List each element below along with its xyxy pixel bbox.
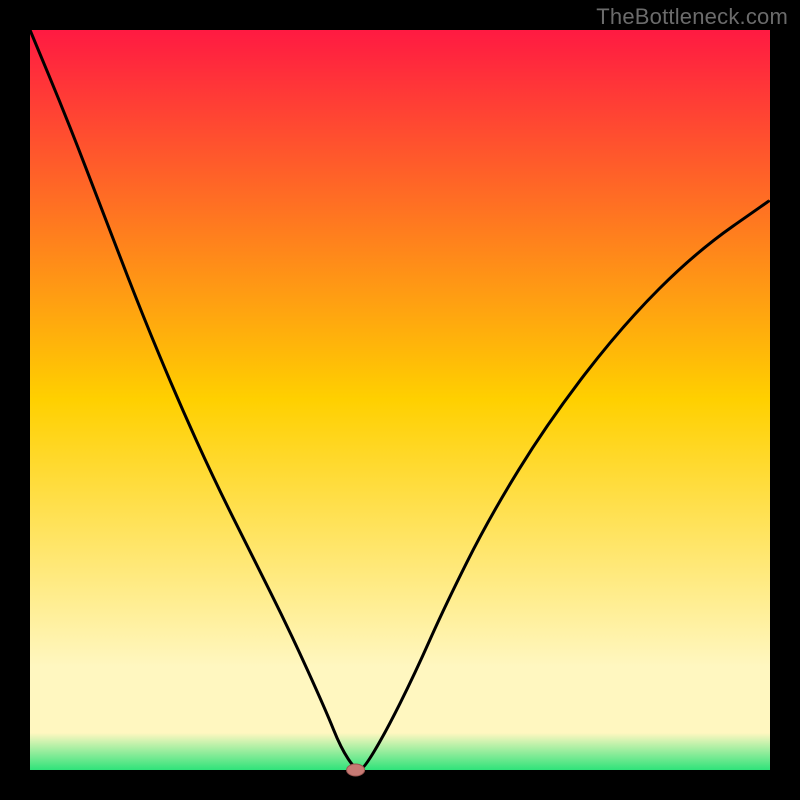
chart-frame: TheBottleneck.com (0, 0, 800, 800)
bottleneck-chart (0, 0, 800, 800)
plot-background (30, 30, 770, 770)
optimal-point-marker (347, 764, 365, 776)
watermark-text: TheBottleneck.com (596, 4, 788, 30)
